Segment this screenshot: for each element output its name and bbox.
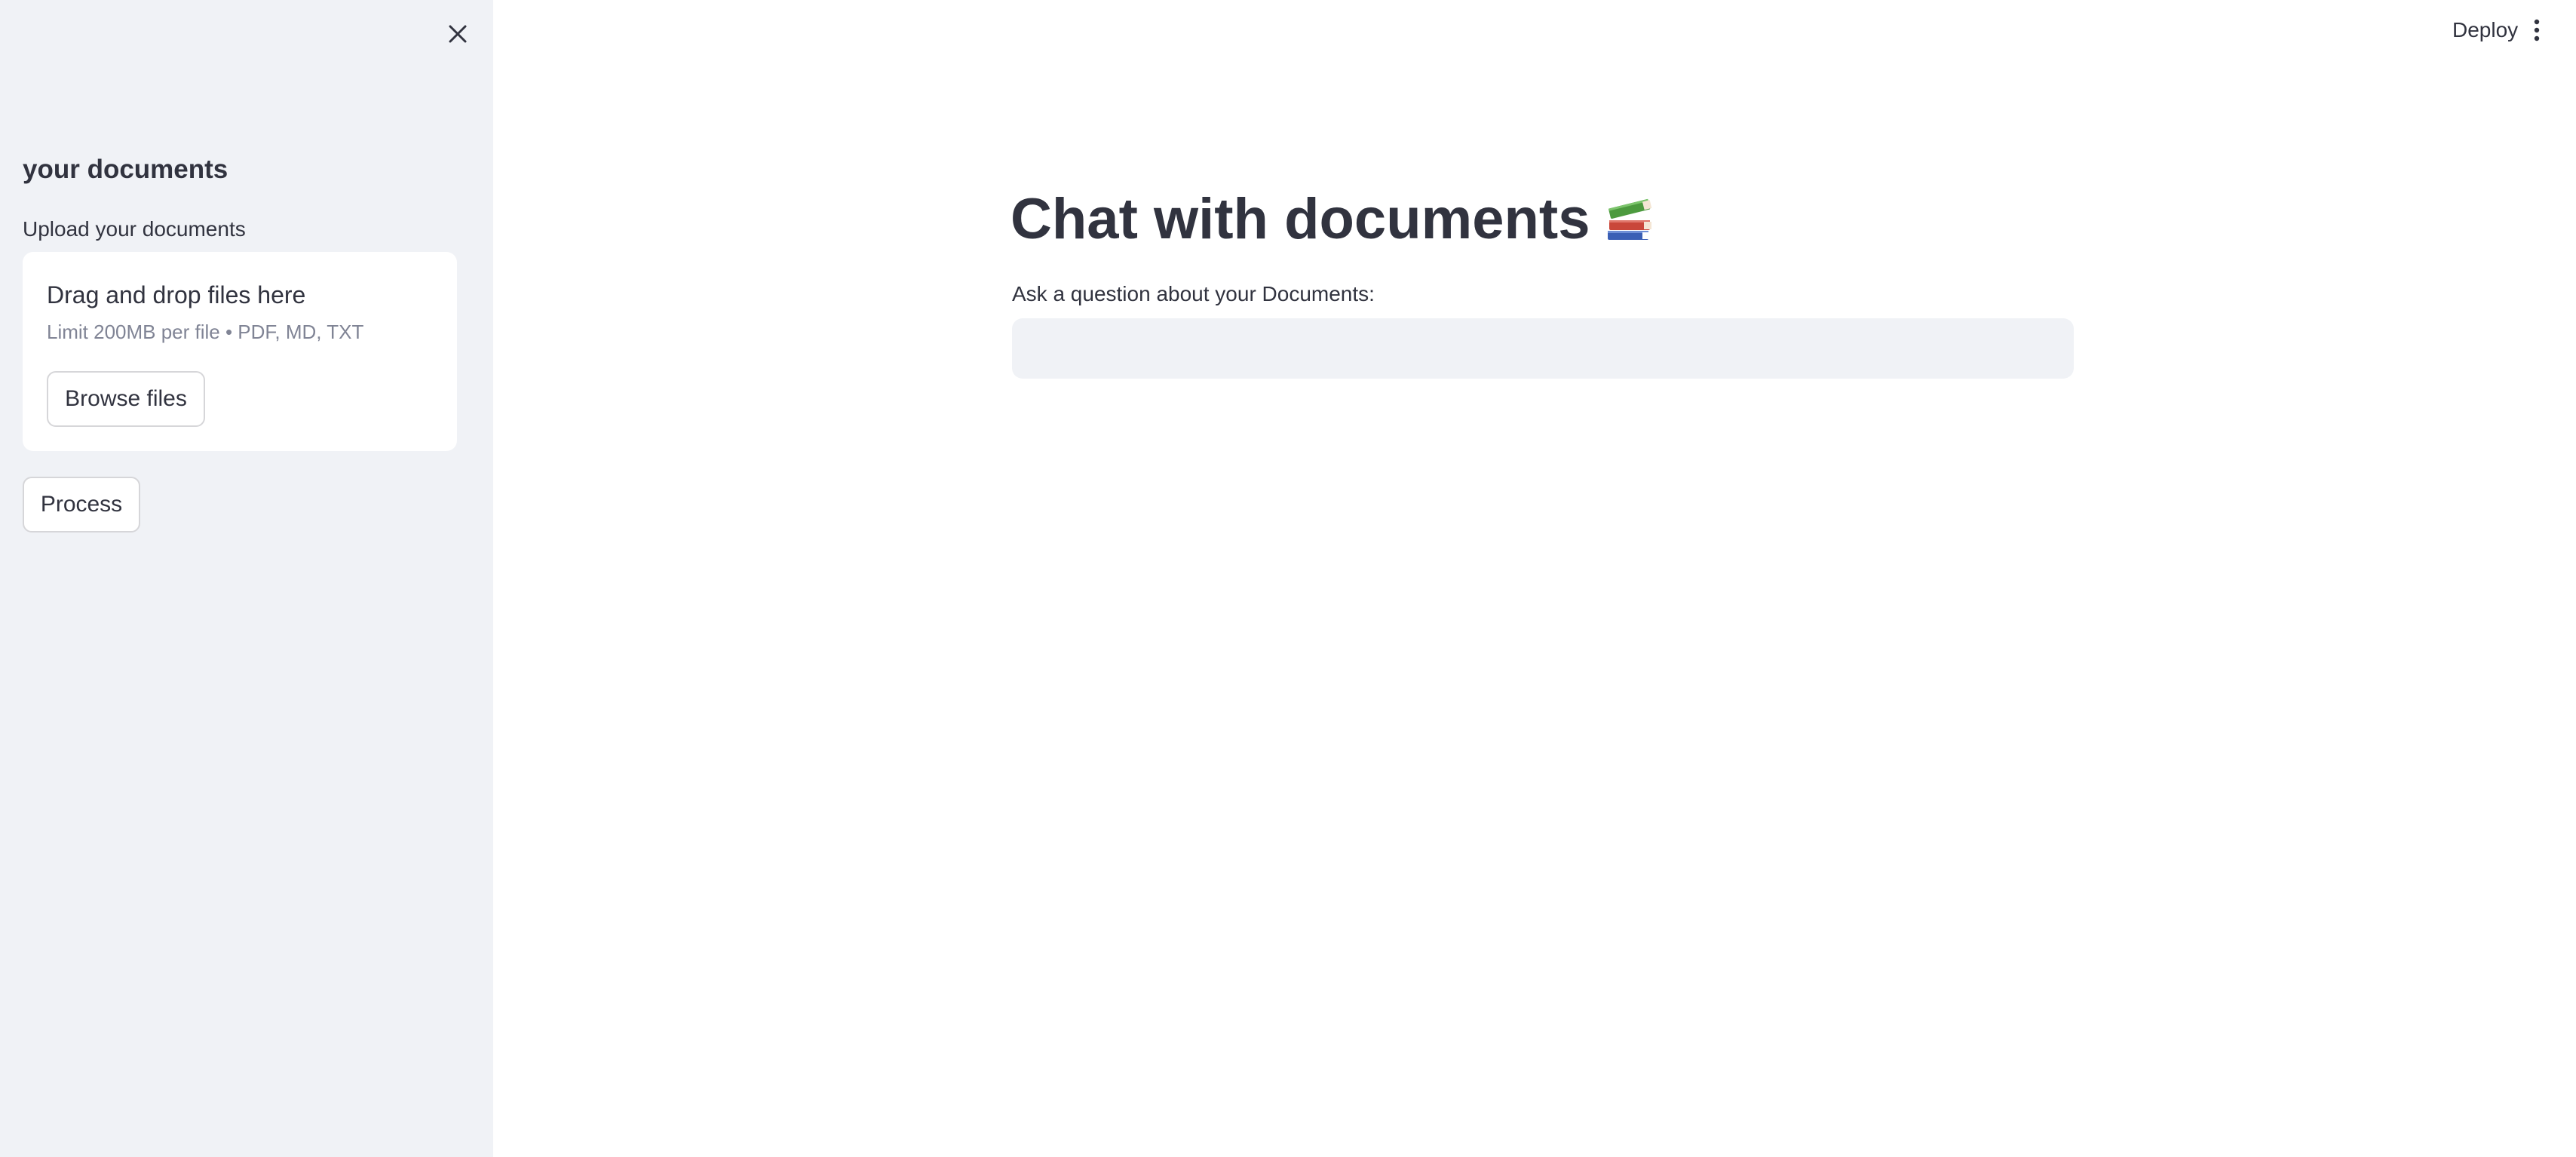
close-icon xyxy=(449,25,467,43)
question-label: Ask a question about your Documents: xyxy=(1012,282,1375,305)
question-input[interactable] xyxy=(1012,318,2074,379)
process-button[interactable]: Process xyxy=(23,477,140,532)
deploy-button[interactable]: Deploy xyxy=(2443,11,2527,50)
sidebar-title: your documents xyxy=(23,155,228,184)
sidebar: your documents Upload your documents Dra… xyxy=(0,0,493,1157)
main-menu-button[interactable] xyxy=(2522,11,2552,50)
page-title: Chat with documents xyxy=(1010,178,1656,261)
file-dropzone[interactable]: Drag and drop files here Limit 200MB per… xyxy=(23,252,457,451)
page-title-text: Chat with documents xyxy=(1010,187,1590,251)
more-vertical-icon xyxy=(2534,19,2540,41)
app-root: your documents Upload your documents Dra… xyxy=(0,0,2576,1157)
dropzone-title: Drag and drop files here xyxy=(47,281,306,308)
dropzone-limit: Limit 200MB per file • PDF, MD, TXT xyxy=(47,321,364,343)
upload-label: Upload your documents xyxy=(23,217,246,241)
browse-files-button[interactable]: Browse files xyxy=(47,371,205,427)
close-sidebar-button[interactable] xyxy=(439,15,477,53)
books-icon xyxy=(1608,198,1652,240)
